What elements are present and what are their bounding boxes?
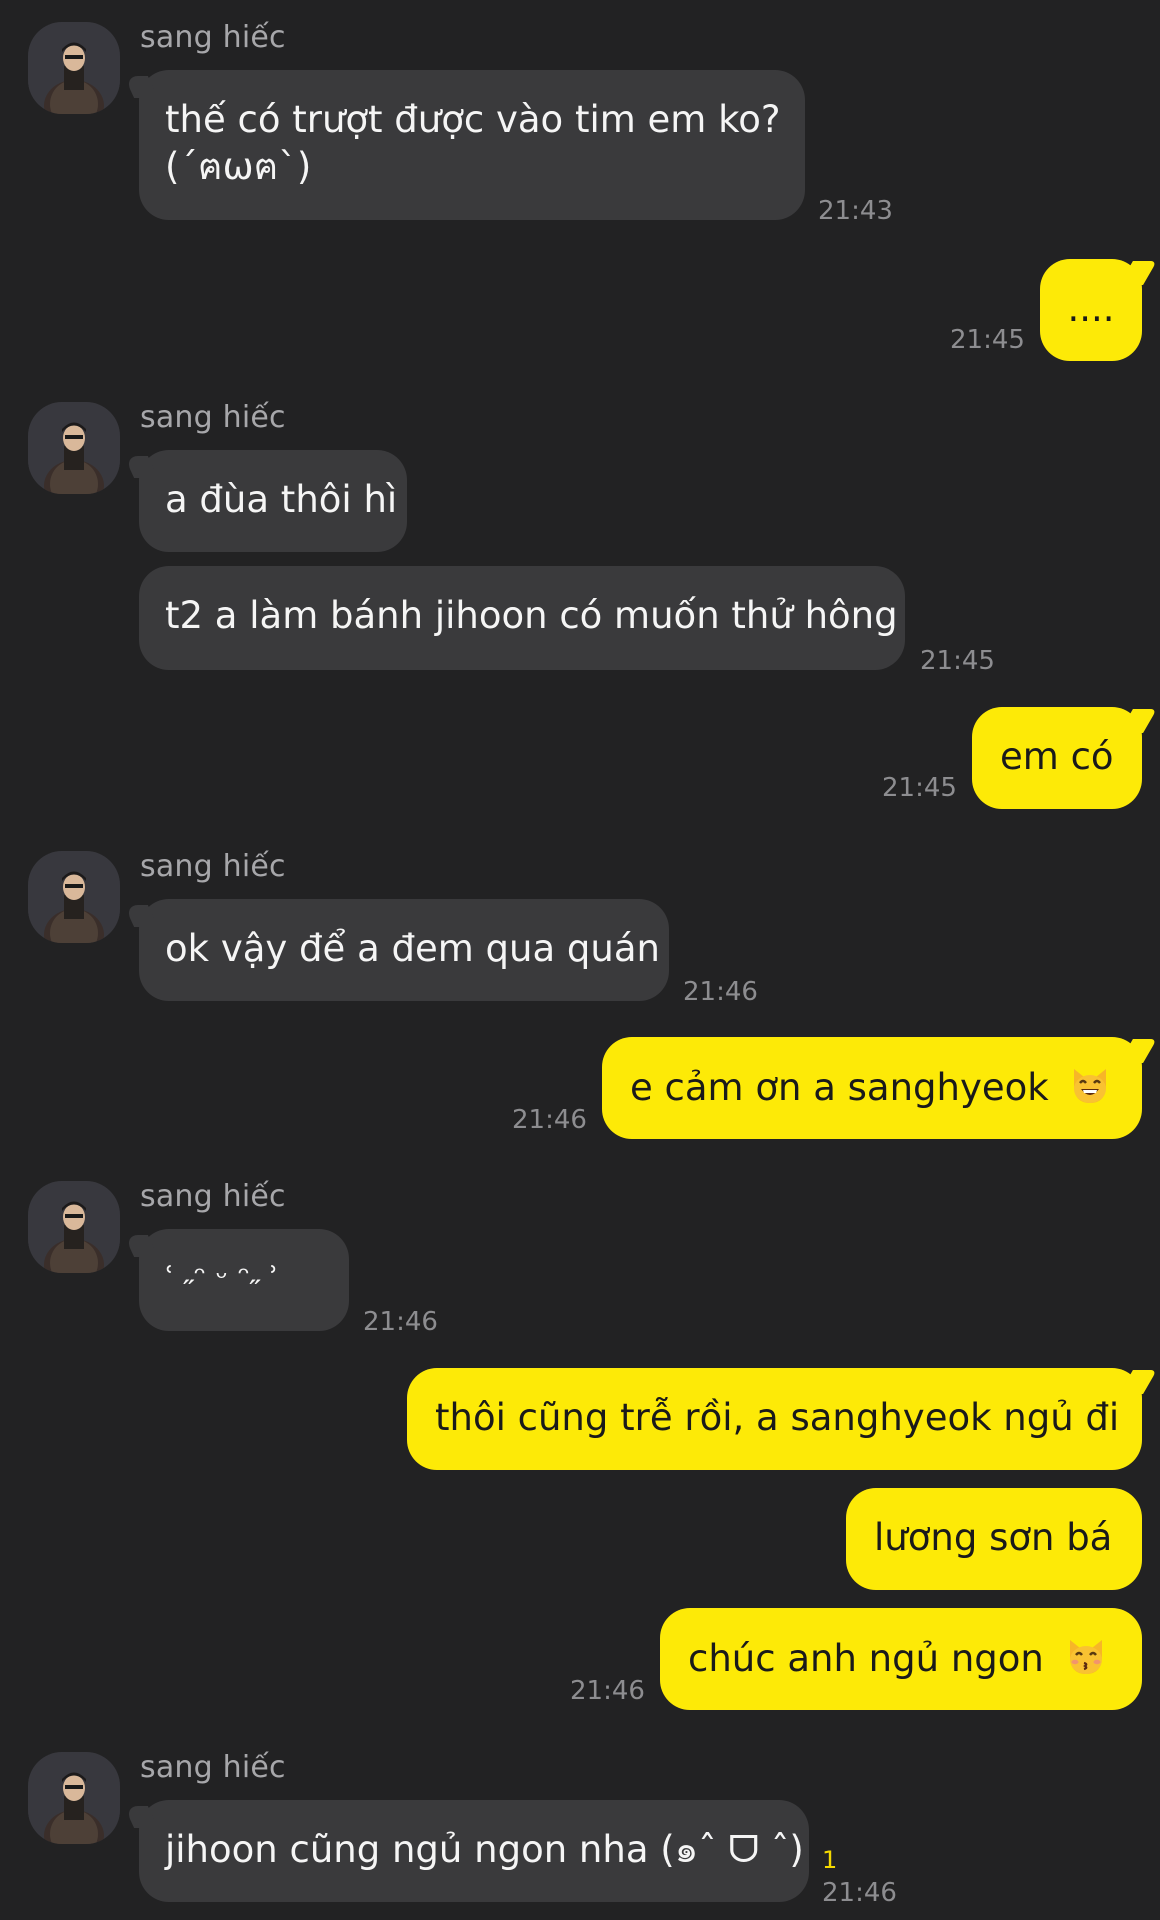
message-text: jihoon cũng ngủ ngon nha (๑ˆ ᗜ ˆ): [165, 1828, 804, 1871]
message-timestamp: 21:46: [512, 1105, 587, 1135]
message-text: thôi cũng trễ rồi, a sanghyeok ngủ đi: [435, 1396, 1120, 1439]
incoming-message-bubble[interactable]: ok vậy để a đem qua quán: [139, 899, 669, 1001]
incoming-message-bubble[interactable]: thế có trượt được vào tim em ko? (´ฅωฅ`): [139, 70, 805, 220]
sender-avatar[interactable]: [28, 851, 120, 943]
message-timestamp: 21:46: [363, 1307, 438, 1337]
message-timestamp: 21:46: [683, 977, 758, 1007]
message-timestamp: 21:46: [570, 1676, 645, 1706]
message-text: ʿ ˶ᵔ ᵕ ᵔ˶ ʾ: [165, 1261, 279, 1296]
outgoing-message-bubble[interactable]: e cảm ơn a sanghyeok: [602, 1037, 1142, 1139]
sender-avatar[interactable]: [28, 1752, 120, 1844]
message-text: chúc anh ngủ ngon: [688, 1637, 1044, 1680]
message-text: e cảm ơn a sanghyeok: [630, 1066, 1049, 1109]
message-text-line: thế có trượt được vào tim em ko?: [165, 98, 781, 141]
message-text: ok vậy để a đem qua quán: [165, 927, 660, 970]
outgoing-message-bubble[interactable]: em có: [972, 707, 1142, 809]
sender-avatar[interactable]: [28, 402, 120, 494]
kissing-cat-emoji-icon: [1064, 1634, 1108, 1678]
incoming-message-bubble[interactable]: ʿ ˶ᵔ ᵕ ᵔ˶ ʾ: [139, 1229, 349, 1331]
chat-screen: sang hiếc thế có trượt được vào tim em k…: [0, 0, 1160, 1920]
message-timestamp: 21:45: [882, 773, 957, 803]
message-timestamp: 21:45: [950, 325, 1025, 355]
sender-avatar[interactable]: [28, 22, 120, 114]
message-timestamp: 21:45: [920, 646, 995, 676]
incoming-message-bubble[interactable]: a đùa thôi hì: [139, 450, 407, 552]
message-text: t2 a làm bánh jihoon có muốn thử hông: [165, 594, 898, 637]
outgoing-message-bubble[interactable]: chúc anh ngủ ngon: [660, 1608, 1142, 1710]
incoming-message-bubble[interactable]: jihoon cũng ngủ ngon nha (๑ˆ ᗜ ˆ): [139, 1800, 809, 1902]
sender-avatar[interactable]: [28, 1181, 120, 1273]
message-text: lương sơn bá: [874, 1516, 1113, 1559]
sender-name: sang hiếc: [140, 20, 286, 55]
message-text: ....: [1067, 287, 1115, 330]
unread-count-badge: 1: [822, 1846, 838, 1874]
grinning-cat-emoji-icon: [1068, 1063, 1112, 1107]
outgoing-message-bubble[interactable]: lương sơn bá: [846, 1488, 1142, 1590]
incoming-message-bubble[interactable]: t2 a làm bánh jihoon có muốn thử hông: [139, 566, 905, 670]
message-text: a đùa thôi hì: [165, 478, 398, 521]
message-timestamp: 21:46: [822, 1878, 897, 1908]
outgoing-message-bubble[interactable]: ....: [1040, 259, 1142, 361]
message-text-line: (´ฅωฅ`): [165, 145, 312, 188]
message-text: em có: [1000, 735, 1114, 778]
outgoing-message-bubble[interactable]: thôi cũng trễ rồi, a sanghyeok ngủ đi: [407, 1368, 1142, 1470]
sender-name: sang hiếc: [140, 1750, 286, 1785]
sender-name: sang hiếc: [140, 1179, 286, 1214]
sender-name: sang hiếc: [140, 400, 286, 435]
sender-name: sang hiếc: [140, 849, 286, 884]
message-timestamp: 21:43: [818, 196, 893, 226]
